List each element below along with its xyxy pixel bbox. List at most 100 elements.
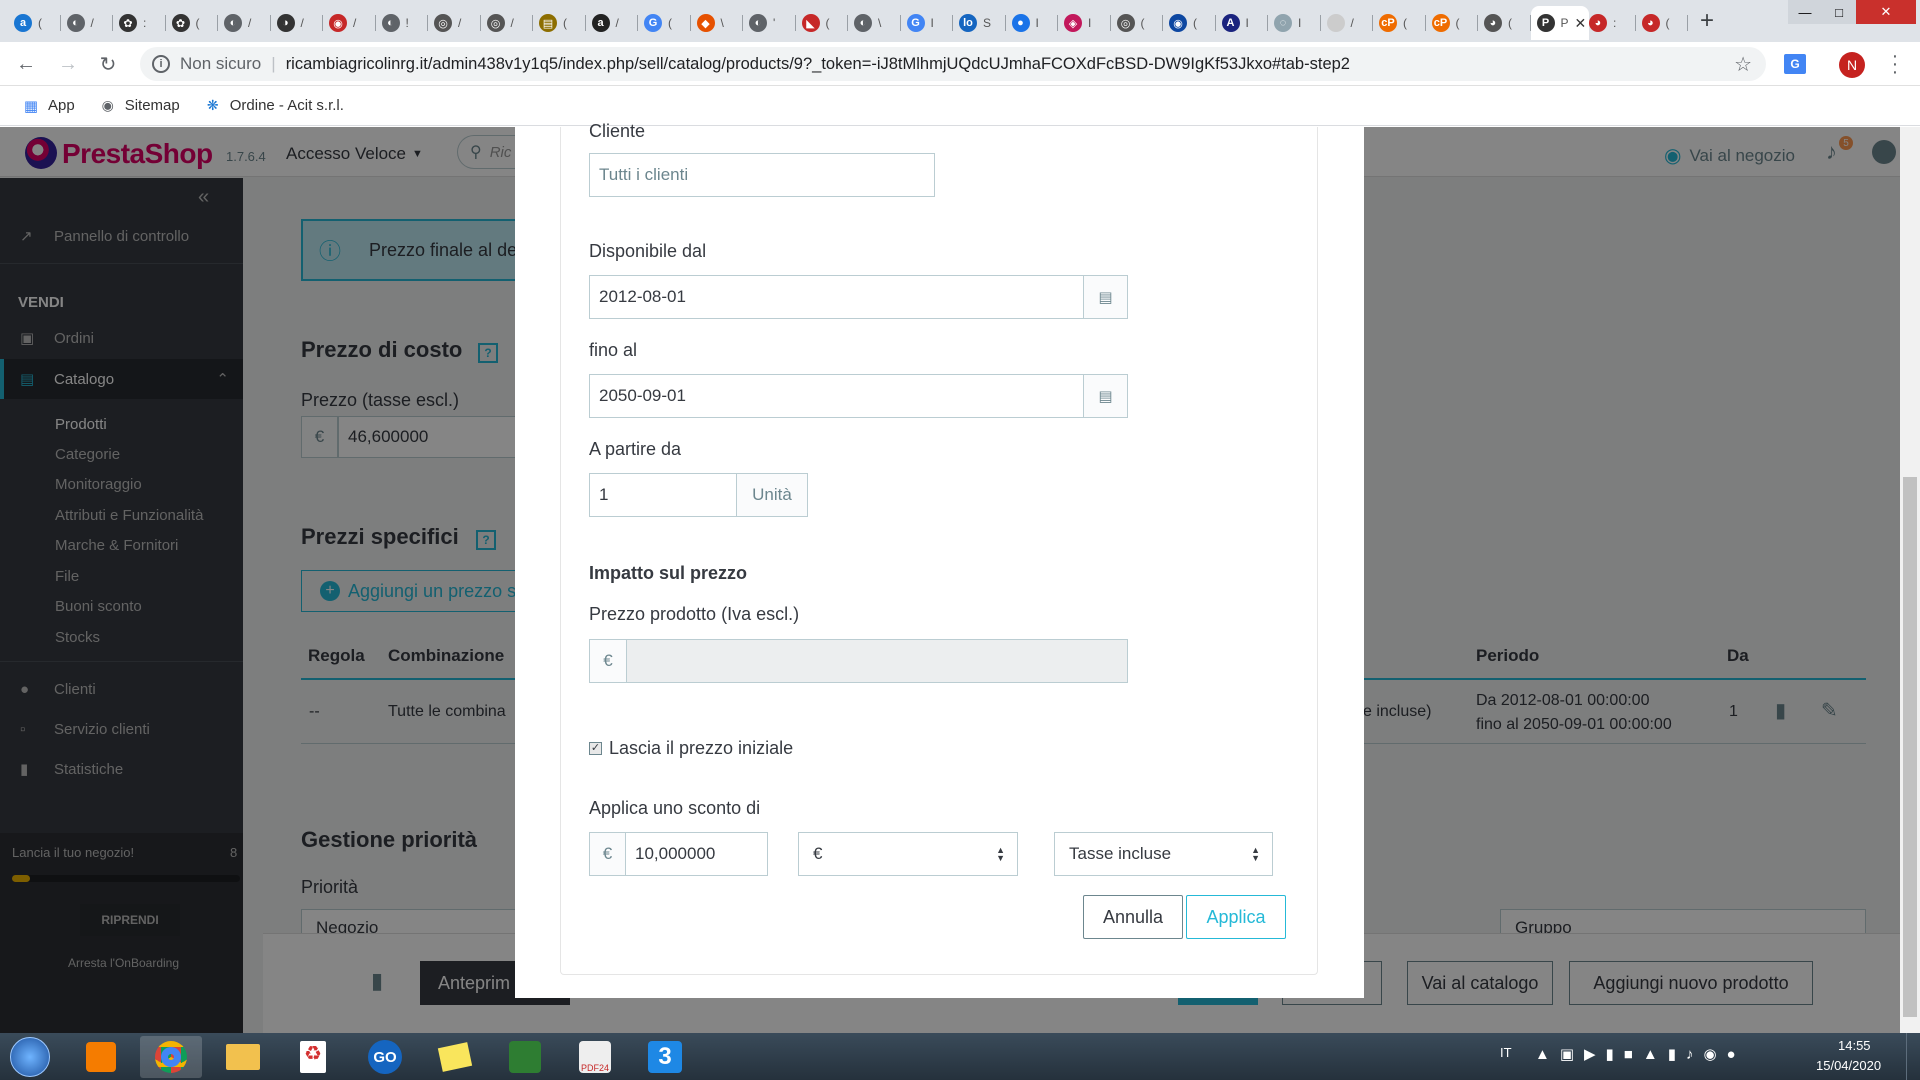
browser-tab[interactable]: ◆ \ — [691, 6, 743, 40]
url-text[interactable]: ricambiagricolinrg.it/admin438v1y1q5/ind… — [286, 55, 1616, 74]
forward-button[interactable]: → — [54, 50, 82, 78]
favicon-icon: ◐ — [66, 14, 85, 32]
browser-tab[interactable]: ◈ I — [1058, 6, 1111, 40]
favicon-icon: G — [644, 14, 662, 32]
tax-select[interactable]: Tasse incluse ▲ ▼ — [1054, 832, 1273, 876]
taskbar-explorer-icon[interactable] — [212, 1036, 274, 1078]
browser-tab[interactable]: ◉( — [1163, 6, 1216, 40]
bookmark-ordine[interactable]: ❋ Ordine - Acit s.r.l. — [204, 97, 344, 115]
clock-time[interactable]: 14:55 — [1838, 1038, 1871, 1053]
browser-tab[interactable]: / — [1321, 6, 1373, 40]
taskbar-pdf24-icon[interactable]: PDF24 — [564, 1036, 626, 1078]
product-price-label: Prezzo prodotto (Iva escl.) — [589, 604, 800, 624]
browser-tab[interactable]: AI — [1216, 6, 1268, 40]
reload-button[interactable]: ↻ — [94, 50, 122, 78]
back-button[interactable]: ← — [12, 50, 40, 78]
calendar-icon[interactable]: ▤ — [1083, 275, 1128, 319]
browser-tab[interactable]: ◐ \ — [848, 6, 901, 40]
taskbar-language[interactable]: IT — [1500, 1045, 1512, 1060]
starting-quantity-input[interactable]: 1 — [589, 473, 737, 517]
price-impact-title: Impatto sul prezzo — [589, 563, 748, 583]
browser-tab[interactable]: cP ( — [1426, 6, 1478, 40]
browser-tab[interactable]: ◣( — [796, 6, 848, 40]
bookmark-label: Sitemap — [124, 97, 180, 114]
browser-tab[interactable]: ▤( — [533, 6, 586, 40]
url-separator: | — [271, 54, 276, 73]
quantity-unit-addon: Unità — [736, 473, 808, 517]
browser-tab-active[interactable]: P P ✕ — [1530, 6, 1589, 40]
security-label[interactable]: Non sicuro — [180, 54, 261, 74]
browser-tab[interactable]: ◑ / — [271, 6, 323, 40]
bookmark-label: Ordine - Acit s.r.l. — [229, 97, 344, 114]
taskbar-chrome-icon[interactable] — [140, 1036, 202, 1078]
maximize-button[interactable]: □ — [1822, 0, 1856, 24]
browser-tab[interactable]: ◎ / — [428, 6, 481, 40]
browser-tab[interactable]: ◐ / — [218, 6, 271, 40]
browser-tab[interactable]: ◕( — [1478, 6, 1531, 40]
tab-title: ( — [1193, 16, 1197, 30]
info-icon[interactable]: i — [152, 55, 170, 73]
menu-dots-icon[interactable]: · · · — [1890, 46, 1900, 82]
tab-title: I — [1298, 16, 1302, 30]
translate-icon[interactable]: G — [1784, 54, 1806, 74]
bookmark-apps[interactable]: ▦ App — [22, 97, 75, 115]
minimize-button[interactable]: — — [1788, 0, 1822, 24]
cancel-button[interactable]: Annulla — [1083, 895, 1183, 939]
clock-date[interactable]: 15/04/2020 — [1816, 1058, 1881, 1073]
browser-tab[interactable]: ◕( — [1636, 6, 1688, 40]
tab-title: / — [90, 16, 94, 30]
calendar-icon[interactable]: ▤ — [1083, 374, 1128, 418]
keep-initial-price-checkbox[interactable]: ✓ — [589, 742, 602, 755]
customer-input[interactable]: Tutti i clienti — [589, 153, 935, 197]
url-bar[interactable]: i Non sicuro | ricambiagricolinrg.it/adm… — [140, 47, 1766, 81]
favicon-icon: P — [1536, 14, 1555, 32]
star-icon[interactable]: ☆ — [1734, 52, 1752, 77]
browser-tab[interactable]: ◌ I — [1268, 6, 1321, 40]
browser-tab[interactable]: ◐! — [376, 6, 428, 40]
close-window-button[interactable]: ✕ — [1856, 0, 1916, 24]
taskbar-media-icon[interactable] — [70, 1036, 132, 1078]
browser-tab[interactable]: ● I — [1006, 6, 1058, 40]
taskbar-app3-icon[interactable]: 3 — [634, 1036, 696, 1078]
browser-tab[interactable]: a( — [8, 6, 61, 40]
discount-type-select[interactable]: € ▲ ▼ — [798, 832, 1018, 876]
until-input[interactable]: 2050-09-01 — [589, 374, 1084, 418]
taskbar-wifi-icon[interactable] — [494, 1036, 556, 1078]
customer-label: Cliente — [589, 121, 646, 141]
available-from-label: Disponibile dal — [589, 241, 707, 261]
favicon-icon: ◣ — [801, 14, 820, 32]
browser-tab[interactable]: lo S — [953, 6, 1006, 40]
start-button[interactable] — [10, 1037, 50, 1077]
until-label: fino al — [589, 340, 638, 360]
browser-tab[interactable]: a / — [586, 6, 638, 40]
apply-button[interactable]: Applica — [1186, 895, 1286, 939]
discount-value-input[interactable]: 10,000000 — [625, 832, 768, 876]
show-desktop-button[interactable] — [1906, 1033, 1920, 1080]
tray-icons[interactable]: ▲▣▶▮■▲▮♪◉● — [1535, 1045, 1746, 1063]
favicon-icon: a — [591, 14, 610, 32]
tab-title: ( — [195, 16, 200, 30]
keep-initial-price-label[interactable]: Lascia il prezzo iniziale — [609, 738, 793, 759]
browser-tab[interactable]: ✿( — [166, 6, 218, 40]
favicon-icon: ✿ — [171, 14, 190, 32]
browser-tab[interactable]: ◐ ' — [743, 6, 796, 40]
browser-tab[interactable]: ◉ / — [323, 6, 376, 40]
taskbar-pdf-icon[interactable]: ♻ — [282, 1036, 344, 1078]
available-from-input[interactable]: 2012-08-01 — [589, 275, 1084, 319]
browser-tab[interactable]: cP ( — [1373, 6, 1426, 40]
bookmark-sitemap[interactable]: ◉ Sitemap — [99, 97, 180, 115]
new-tab-button[interactable]: + — [1690, 6, 1724, 36]
browser-tab[interactable]: ◕: — [1583, 6, 1636, 40]
browser-tab[interactable]: ◐ / — [61, 6, 113, 40]
page-scrollbar[interactable] — [1900, 127, 1920, 1033]
profile-avatar[interactable]: N — [1839, 52, 1865, 78]
browser-tab[interactable]: GI — [901, 6, 953, 40]
browser-tab[interactable]: G( — [638, 6, 691, 40]
scrollbar-thumb[interactable] — [1903, 477, 1917, 1017]
tab-title: / — [248, 16, 252, 30]
browser-tab[interactable]: ◎( — [1111, 6, 1163, 40]
browser-tab[interactable]: ✿: — [113, 6, 166, 40]
browser-tab[interactable]: ◎ / — [481, 6, 533, 40]
taskbar-notes-icon[interactable] — [424, 1036, 486, 1078]
taskbar-goto-icon[interactable]: GO — [354, 1036, 416, 1078]
